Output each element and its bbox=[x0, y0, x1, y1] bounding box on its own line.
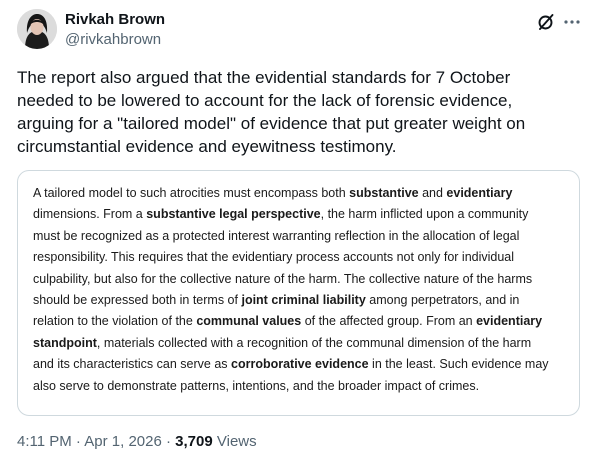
excerpt-line: A tailored model to such atrocities must… bbox=[33, 186, 513, 200]
excerpt-line: culpability, but also for the collective… bbox=[33, 271, 533, 286]
tweet-text: The report also argued that the evidenti… bbox=[17, 66, 577, 158]
meta-separator: · bbox=[71, 433, 85, 450]
grok-slash-icon[interactable] bbox=[536, 12, 556, 32]
tweet-text-line: needed to be lowered to account for the … bbox=[17, 91, 513, 110]
excerpt-line: dimensions. From a substantive legal per… bbox=[33, 207, 529, 222]
author-name[interactable]: Rivkah Brown bbox=[65, 11, 165, 28]
author-handle[interactable]: @rivkahbrown bbox=[65, 31, 161, 48]
quoted-excerpt-text: A tailored model to such atrocities must… bbox=[33, 183, 568, 397]
views-count: 3,709 bbox=[175, 433, 213, 450]
meta-separator: · bbox=[161, 433, 176, 450]
more-horizontal-icon[interactable] bbox=[562, 12, 582, 32]
excerpt-line: must be recognized as a protected intere… bbox=[33, 228, 520, 243]
views-label: Views bbox=[212, 433, 257, 450]
tweet-text-line: circumstantial evidence and eyewitness t… bbox=[17, 137, 397, 156]
tweet-text-line: arguing for a "tailored model" of eviden… bbox=[17, 114, 526, 133]
excerpt-line: standpoint, materials collected with a r… bbox=[33, 335, 532, 350]
excerpt-line: also serve to demonstrate patterns, inte… bbox=[33, 378, 480, 393]
tweet-meta: 4:11 PM · Apr 1, 2026 · 3,709 Views bbox=[17, 433, 257, 450]
avatar[interactable] bbox=[17, 9, 57, 49]
post-date[interactable]: Apr 1, 2026 bbox=[84, 433, 162, 450]
post-time[interactable]: 4:11 PM bbox=[17, 433, 72, 450]
excerpt-line: should be expressed both in terms of joi… bbox=[33, 293, 520, 308]
excerpt-line: responsibility. This requires that the e… bbox=[33, 250, 515, 265]
excerpt-line: relation to the violation of the communa… bbox=[33, 314, 543, 329]
excerpt-line: and its characteristics can serve as cor… bbox=[33, 357, 549, 372]
tweet-text-line: The report also argued that the evidenti… bbox=[17, 68, 511, 87]
tweet-header: Rivkah Brown @rivkahbrown bbox=[17, 8, 583, 52]
quoted-excerpt-image[interactable]: A tailored model to such atrocities must… bbox=[17, 170, 580, 416]
